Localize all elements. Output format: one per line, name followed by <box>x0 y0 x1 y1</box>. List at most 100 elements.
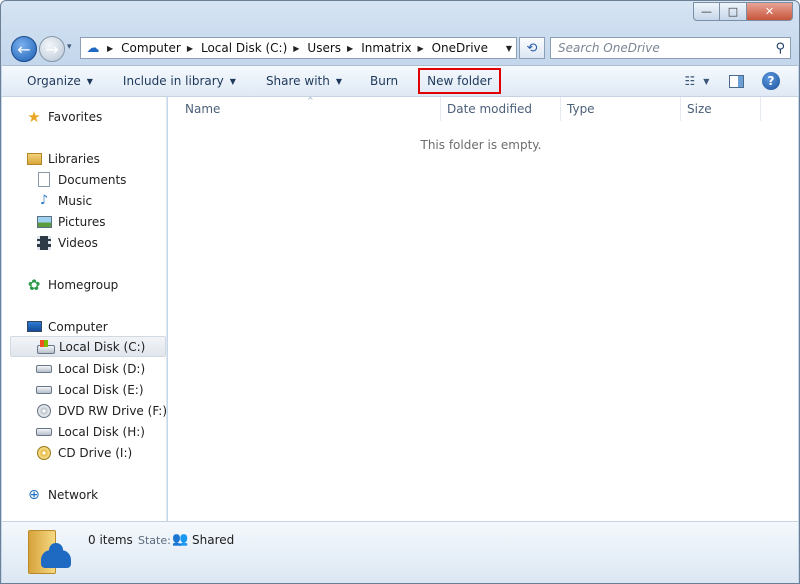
sidebar-item-label: Favorites <box>48 109 103 124</box>
shared-users-icon: 👥 <box>172 532 189 547</box>
cd-disc-icon <box>36 445 52 461</box>
organize-label: Organize <box>27 74 81 88</box>
file-list-pane[interactable]: ^ Name Date modified Type Size This fold… <box>168 96 798 521</box>
column-header-name[interactable]: Name <box>179 97 441 121</box>
breadcrumb-inmatrix[interactable]: Inmatrix <box>361 41 411 55</box>
sidebar-item-cd-drive-i[interactable]: CD Drive (I:) <box>36 442 132 463</box>
command-bar: Organize ▼ Include in library ▼ Share wi… <box>2 65 798 97</box>
music-note-icon: ♪ <box>39 193 49 208</box>
explorer-window: — □ ✕ ← → ▾ ☁ ▶ Computer ▶ Local Disk (C… <box>0 0 800 584</box>
breadcrumb-separator-icon[interactable]: ▶ <box>107 44 113 53</box>
pictures-icon <box>36 214 52 230</box>
recent-pages-button[interactable]: ▾ <box>67 42 72 52</box>
search-box[interactable]: ⚲ <box>550 37 791 59</box>
sidebar-item-local-disk-c[interactable]: Local Disk (C:) <box>10 336 166 357</box>
onedrive-folder-icon <box>28 530 72 576</box>
hard-drive-icon <box>36 424 52 440</box>
sidebar-item-videos[interactable]: Videos <box>36 232 98 253</box>
sidebar-item-pictures[interactable]: Pictures <box>36 211 106 232</box>
sidebar-item-label: Local Disk (C:) <box>59 339 146 354</box>
details-pane: 0 items State: 👥 Shared <box>2 521 798 583</box>
sidebar-item-label: Local Disk (D:) <box>58 361 146 376</box>
film-strip-icon <box>36 235 52 251</box>
sidebar-item-documents[interactable]: Documents <box>36 169 126 190</box>
burn-label: Burn <box>370 74 399 88</box>
hard-drive-icon <box>36 361 52 377</box>
sidebar-item-libraries[interactable]: Libraries <box>26 148 100 169</box>
search-input[interactable] <box>558 41 763 55</box>
item-count: 0 items <box>88 533 133 547</box>
preview-pane-button[interactable] <box>722 69 750 93</box>
state-value: Shared <box>192 533 235 547</box>
sidebar-item-label: Music <box>58 193 93 208</box>
new-folder-button[interactable]: New folder <box>418 68 501 94</box>
organize-menu[interactable]: Organize ▼ <box>17 69 103 93</box>
forward-button[interactable]: → <box>39 36 65 62</box>
sidebar-item-label: Videos <box>58 235 98 250</box>
sidebar-item-label: Local Disk (H:) <box>58 424 145 439</box>
sidebar-item-computer[interactable]: Computer <box>26 316 108 337</box>
chevron-down-icon: ▼ <box>335 76 342 86</box>
column-header-size[interactable]: Size <box>681 97 761 121</box>
refresh-icon: ⟲ <box>526 40 538 56</box>
breadcrumb-separator-icon[interactable]: ▶ <box>187 44 193 53</box>
sidebar-item-music[interactable]: ♪ Music <box>36 190 92 211</box>
breadcrumb-local-disk-c[interactable]: Local Disk (C:) <box>201 41 287 55</box>
include-in-library-label: Include in library <box>122 74 224 88</box>
preview-pane-icon <box>728 74 744 88</box>
share-with-menu[interactable]: Share with ▼ <box>256 69 352 93</box>
column-header-date-modified[interactable]: Date modified <box>441 97 561 121</box>
sidebar-item-label: Pictures <box>58 214 106 229</box>
empty-folder-message: This folder is empty. <box>420 138 542 152</box>
back-arrow-icon: ← <box>17 39 31 59</box>
navigation-pane: ★ Favorites Libraries Documents ♪ Music … <box>2 97 167 521</box>
chevron-down-icon: ▼ <box>703 76 710 86</box>
maximize-button[interactable]: □ <box>720 2 747 21</box>
sidebar-item-local-disk-e[interactable]: Local Disk (E:) <box>36 379 144 400</box>
sidebar-item-local-disk-h[interactable]: Local Disk (H:) <box>36 421 145 442</box>
chevron-down-icon: ▼ <box>229 76 236 86</box>
system-drive-icon <box>37 339 55 355</box>
documents-icon <box>36 172 52 188</box>
state-label: State: <box>138 534 171 547</box>
network-globe-icon: ⊕ <box>28 486 40 503</box>
help-button[interactable]: ? <box>762 72 780 90</box>
breadcrumb-separator-icon[interactable]: ▶ <box>347 44 353 53</box>
sidebar-item-favorites[interactable]: ★ Favorites <box>26 106 102 127</box>
navigation-bar: ← → ▾ ☁ ▶ Computer ▶ Local Disk (C:) ▶ U… <box>1 31 799 65</box>
address-dropdown-icon[interactable]: ▼ <box>501 37 517 59</box>
close-button[interactable]: ✕ <box>747 2 793 21</box>
sidebar-item-network[interactable]: ⊕ Network <box>26 484 98 505</box>
change-view-button[interactable]: ☷ ▼ <box>676 69 718 93</box>
breadcrumb-separator-icon[interactable]: ▶ <box>417 44 423 53</box>
homegroup-icon: ✿ <box>27 275 41 294</box>
breadcrumb-computer[interactable]: Computer <box>121 41 181 55</box>
breadcrumb-users[interactable]: Users <box>307 41 341 55</box>
address-bar[interactable]: ☁ ▶ Computer ▶ Local Disk (C:) ▶ Users ▶… <box>80 37 517 59</box>
refresh-button[interactable]: ⟲ <box>519 37 545 59</box>
search-icon[interactable]: ⚲ <box>775 41 785 56</box>
share-with-label: Share with <box>265 74 330 88</box>
sidebar-item-dvd-rw-drive-f[interactable]: DVD RW Drive (F:) <box>36 400 167 421</box>
onedrive-cloud-icon: ☁ <box>86 40 100 56</box>
minimize-button[interactable]: — <box>693 2 720 21</box>
column-header-type[interactable]: Type <box>561 97 681 121</box>
breadcrumb-separator-icon[interactable]: ▶ <box>293 44 299 53</box>
burn-button[interactable]: Burn <box>360 69 408 93</box>
sidebar-item-local-disk-d[interactable]: Local Disk (D:) <box>36 358 145 379</box>
sidebar-item-label: Homegroup <box>48 277 119 292</box>
dvd-disc-icon <box>36 403 52 419</box>
view-controls: ☷ ▼ ? <box>676 66 798 96</box>
sidebar-item-homegroup[interactable]: ✿ Homegroup <box>26 274 119 295</box>
sidebar-item-label: CD Drive (I:) <box>58 445 133 460</box>
computer-monitor-icon <box>26 319 42 335</box>
sidebar-item-label: Documents <box>58 172 127 187</box>
breadcrumb-onedrive[interactable]: OneDrive <box>432 41 488 55</box>
sidebar-item-label: Local Disk (E:) <box>58 382 144 397</box>
hard-drive-icon <box>36 382 52 398</box>
star-icon: ★ <box>27 107 41 126</box>
details-view-icon: ☷ <box>684 74 696 88</box>
sidebar-item-label: Computer <box>48 319 108 334</box>
include-in-library-menu[interactable]: Include in library ▼ <box>113 69 246 93</box>
back-button[interactable]: ← <box>11 36 37 62</box>
